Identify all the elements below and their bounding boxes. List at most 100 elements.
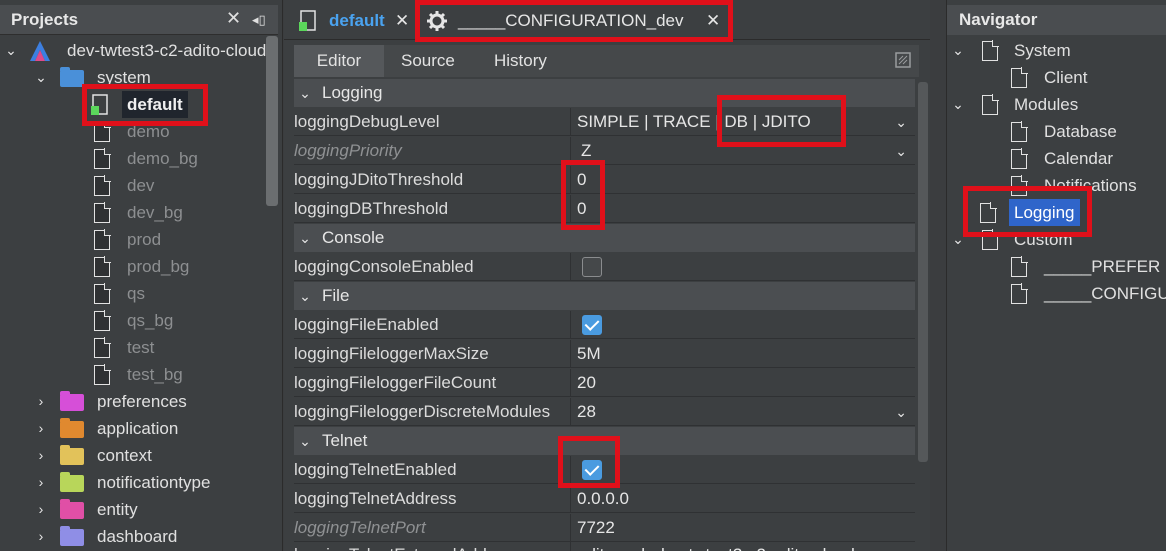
chevron-down-icon[interactable]: ⌄ [298, 282, 312, 310]
section-file[interactable]: ⌄ File [294, 282, 915, 310]
chevron-down-icon[interactable]: ⌄ [298, 79, 312, 107]
minimize-icon[interactable]: ◂▯ [252, 12, 266, 28]
prop-name: loggingTelnetAddress [294, 485, 571, 513]
chevron-down-icon[interactable]: ⌄ [951, 226, 965, 253]
tree-item-qs[interactable]: qs [0, 280, 270, 307]
tree-folder-dashboard[interactable]: › dashboard [0, 523, 270, 550]
tree-item-prod[interactable]: prod [0, 226, 270, 253]
tree-item-dev[interactable]: dev [0, 172, 270, 199]
nav-item-notifications[interactable]: Notifications [947, 172, 1166, 199]
prop-row-loggingFileEnabled[interactable]: loggingFileEnabled [294, 311, 915, 339]
folder-icon [60, 445, 84, 465]
tree-item-demo-bg[interactable]: demo_bg [0, 145, 270, 172]
prop-value-input[interactable]: 0 [577, 195, 913, 223]
prop-value-input[interactable]: 0 [577, 166, 913, 194]
prop-row-loggingDBThreshold[interactable]: loggingDBThreshold 0 [294, 195, 915, 223]
prop-value-input[interactable]: adito-web.dev-twtest3-c2-adito-cloud.sy [577, 541, 913, 551]
chevron-down-icon[interactable]: ⌄ [298, 224, 312, 252]
prop-value-input[interactable]: 5M [577, 340, 913, 368]
tree-item-dev-bg[interactable]: dev_bg [0, 199, 270, 226]
prop-value-dropdown[interactable]: Z [581, 137, 917, 165]
tree-system[interactable]: ⌄ system [0, 64, 270, 91]
subtab-history[interactable]: History [494, 45, 547, 77]
chevron-down-icon[interactable]: ⌄ [34, 64, 48, 91]
nav-item-calendar[interactable]: Calendar [947, 145, 1166, 172]
tree-item-test-bg[interactable]: test_bg [0, 361, 270, 388]
chevron-down-icon[interactable]: ⌄ [895, 137, 907, 165]
prop-row-loggingTelnetAddress[interactable]: loggingTelnetAddress 0.0.0.0 [294, 485, 915, 513]
nav-item-preferences[interactable]: _____PREFER [947, 253, 1166, 280]
nav-item-logging[interactable]: Logging [947, 199, 1166, 226]
tab-configuration[interactable]: _____CONFIGURATION_dev ✕ [422, 4, 728, 38]
tree-folder-application[interactable]: › application [0, 415, 270, 442]
chevron-right-icon[interactable]: › [34, 523, 48, 550]
chevron-right-icon[interactable]: › [34, 496, 48, 523]
maximize-icon[interactable] [895, 52, 911, 68]
chevron-down-icon[interactable]: ⌄ [895, 108, 907, 136]
prop-row-loggingTelnetExternalAddress[interactable]: loggingTelnetExternalAddress adito-web.d… [294, 541, 915, 551]
chevron-down-icon[interactable]: ⌄ [4, 37, 18, 64]
prop-value-dropdown[interactable]: SIMPLE | TRACE | DB | JDITO [577, 108, 913, 136]
nav-item-label: Calendar [1044, 149, 1113, 168]
prop-value-dropdown[interactable]: 28 [577, 398, 913, 426]
tab-default[interactable]: default ✕ [292, 4, 416, 38]
tree-item-default[interactable]: default [0, 91, 270, 118]
tree-folder-preferences[interactable]: › preferences [0, 388, 270, 415]
node-icon [982, 229, 999, 250]
prop-row-loggingFileloggerDiscreteModules[interactable]: loggingFileloggerDiscreteModules 28 ⌄ [294, 398, 915, 426]
prop-row-loggingConsoleEnabled[interactable]: loggingConsoleEnabled [294, 253, 915, 281]
chevron-down-icon[interactable]: ⌄ [298, 427, 312, 455]
nav-item-label: Notifications [1044, 176, 1137, 195]
prop-row-loggingJDitoThreshold[interactable]: loggingJDitoThreshold 0 [294, 166, 915, 194]
checkbox-checked[interactable] [582, 460, 602, 480]
section-label: Console [322, 228, 385, 247]
tree-folder-entity[interactable]: › entity [0, 496, 270, 523]
section-logging[interactable]: ⌄ Logging [294, 79, 915, 107]
prop-row-loggingFileloggerFileCount[interactable]: loggingFileloggerFileCount 20 [294, 369, 915, 397]
subtab-editor[interactable]: Editor [294, 45, 384, 77]
prop-value-input[interactable]: 7722 [577, 514, 913, 542]
prop-value-input[interactable]: 0.0.0.0 [577, 485, 913, 513]
prop-name: loggingFileloggerMaxSize [294, 340, 571, 368]
prop-row-loggingTelnetEnabled[interactable]: loggingTelnetEnabled [294, 456, 915, 484]
chevron-right-icon[interactable]: › [34, 388, 48, 415]
tree-folder-label: application [97, 419, 179, 438]
chevron-down-icon[interactable]: ⌄ [951, 91, 965, 118]
nav-item-custom[interactable]: ⌄ Custom [947, 226, 1166, 253]
tree-folder-notificationtype[interactable]: › notificationtype [0, 469, 270, 496]
chevron-right-icon[interactable]: › [34, 415, 48, 442]
tree-item-demo[interactable]: demo [0, 118, 270, 145]
checkbox-checked[interactable] [582, 315, 602, 335]
nav-item-client[interactable]: Client [947, 64, 1166, 91]
chevron-right-icon[interactable]: › [34, 442, 48, 469]
subtab-source[interactable]: Source [401, 45, 455, 77]
tree-root[interactable]: ⌄ dev-twtest3-c2-adito-cloud [0, 37, 270, 64]
nav-item-configuration[interactable]: _____CONFIGU [947, 280, 1166, 307]
close-icon[interactable]: ✕ [395, 4, 409, 38]
prop-row-loggingFileloggerMaxSize[interactable]: loggingFileloggerMaxSize 5M [294, 340, 915, 368]
projects-scrollbar[interactable] [266, 36, 278, 206]
editor-tabbar: default ✕ _____CONFIGURATION_dev ✕ [284, 0, 930, 40]
prop-name: loggingJDitoThreshold [294, 166, 571, 194]
prop-row-loggingPriority[interactable]: loggingPriority Z ⌄ [294, 137, 915, 165]
tree-folder-context[interactable]: › context [0, 442, 270, 469]
nav-item-modules[interactable]: ⌄ Modules [947, 91, 1166, 118]
editor-scrollbar[interactable] [918, 82, 928, 462]
chevron-down-icon[interactable]: ⌄ [951, 37, 965, 64]
section-console[interactable]: ⌄ Console [294, 224, 915, 252]
chevron-right-icon[interactable]: › [34, 469, 48, 496]
tree-item-test[interactable]: test [0, 334, 270, 361]
chevron-down-icon[interactable]: ⌄ [895, 398, 907, 426]
folder-open-icon [60, 67, 84, 87]
tree-item-qs-bg[interactable]: qs_bg [0, 307, 270, 334]
tree-item-prod-bg[interactable]: prod_bg [0, 253, 270, 280]
close-icon[interactable]: ✕ [706, 4, 720, 38]
close-icon[interactable]: ✕ [226, 8, 241, 29]
prop-row-loggingDebugLevel[interactable]: loggingDebugLevel SIMPLE | TRACE | DB | … [294, 108, 915, 136]
prop-row-loggingTelnetPort[interactable]: loggingTelnetPort 7722 [294, 514, 915, 542]
prop-value-input[interactable]: 20 [577, 369, 913, 397]
nav-item-database[interactable]: Database [947, 118, 1166, 145]
checkbox[interactable] [582, 257, 602, 277]
nav-item-system[interactable]: ⌄ System [947, 37, 1166, 64]
section-telnet[interactable]: ⌄ Telnet [294, 427, 915, 455]
